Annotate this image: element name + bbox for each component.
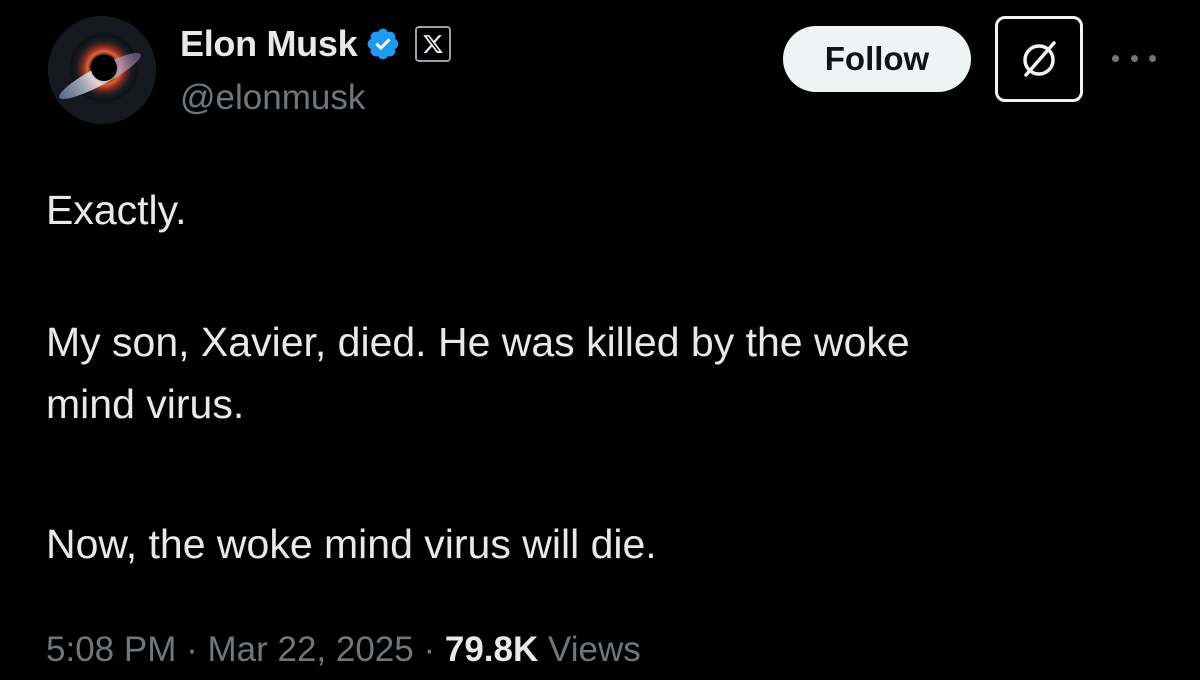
author-display-name[interactable]: Elon Musk [180,23,358,65]
tweet-meta: 5:08 PM · Mar 22, 2025 · 79.8K Views [46,620,641,680]
tweet-text-line: Exactly. [46,187,187,233]
follow-button[interactable]: Follow [783,26,971,92]
x-logo-icon[interactable] [415,26,452,62]
tweet-date[interactable]: Mar 22, 2025 [207,630,413,669]
more-dot [1130,54,1138,62]
tweet-text-line: My son, Xavier, died. He was killed by t… [46,319,910,365]
tweet-text-line: mind virus. [46,381,245,427]
views-count[interactable]: 79.8K [445,630,538,669]
more-options-icon[interactable] [1112,46,1156,70]
more-dot [1149,54,1156,62]
avatar-image [48,16,156,124]
views-label: Views [548,630,641,669]
more-dot [1112,54,1119,62]
tweet-card: Elon Musk @elonmusk Follow Exactly. My s… [0,0,1200,675]
meta-separator: · [423,630,436,669]
tweet-time[interactable]: 5:08 PM [46,630,176,669]
meta-separator: · [186,630,198,669]
author-avatar[interactable] [48,16,156,124]
author-handle[interactable]: @elonmusk [180,78,365,118]
author-name-row: Elon Musk [180,22,452,66]
tweet-text-line: Now, the woke mind virus will die. [46,521,657,567]
verified-checkmark-icon[interactable] [365,26,401,62]
grok-icon[interactable] [995,16,1083,102]
